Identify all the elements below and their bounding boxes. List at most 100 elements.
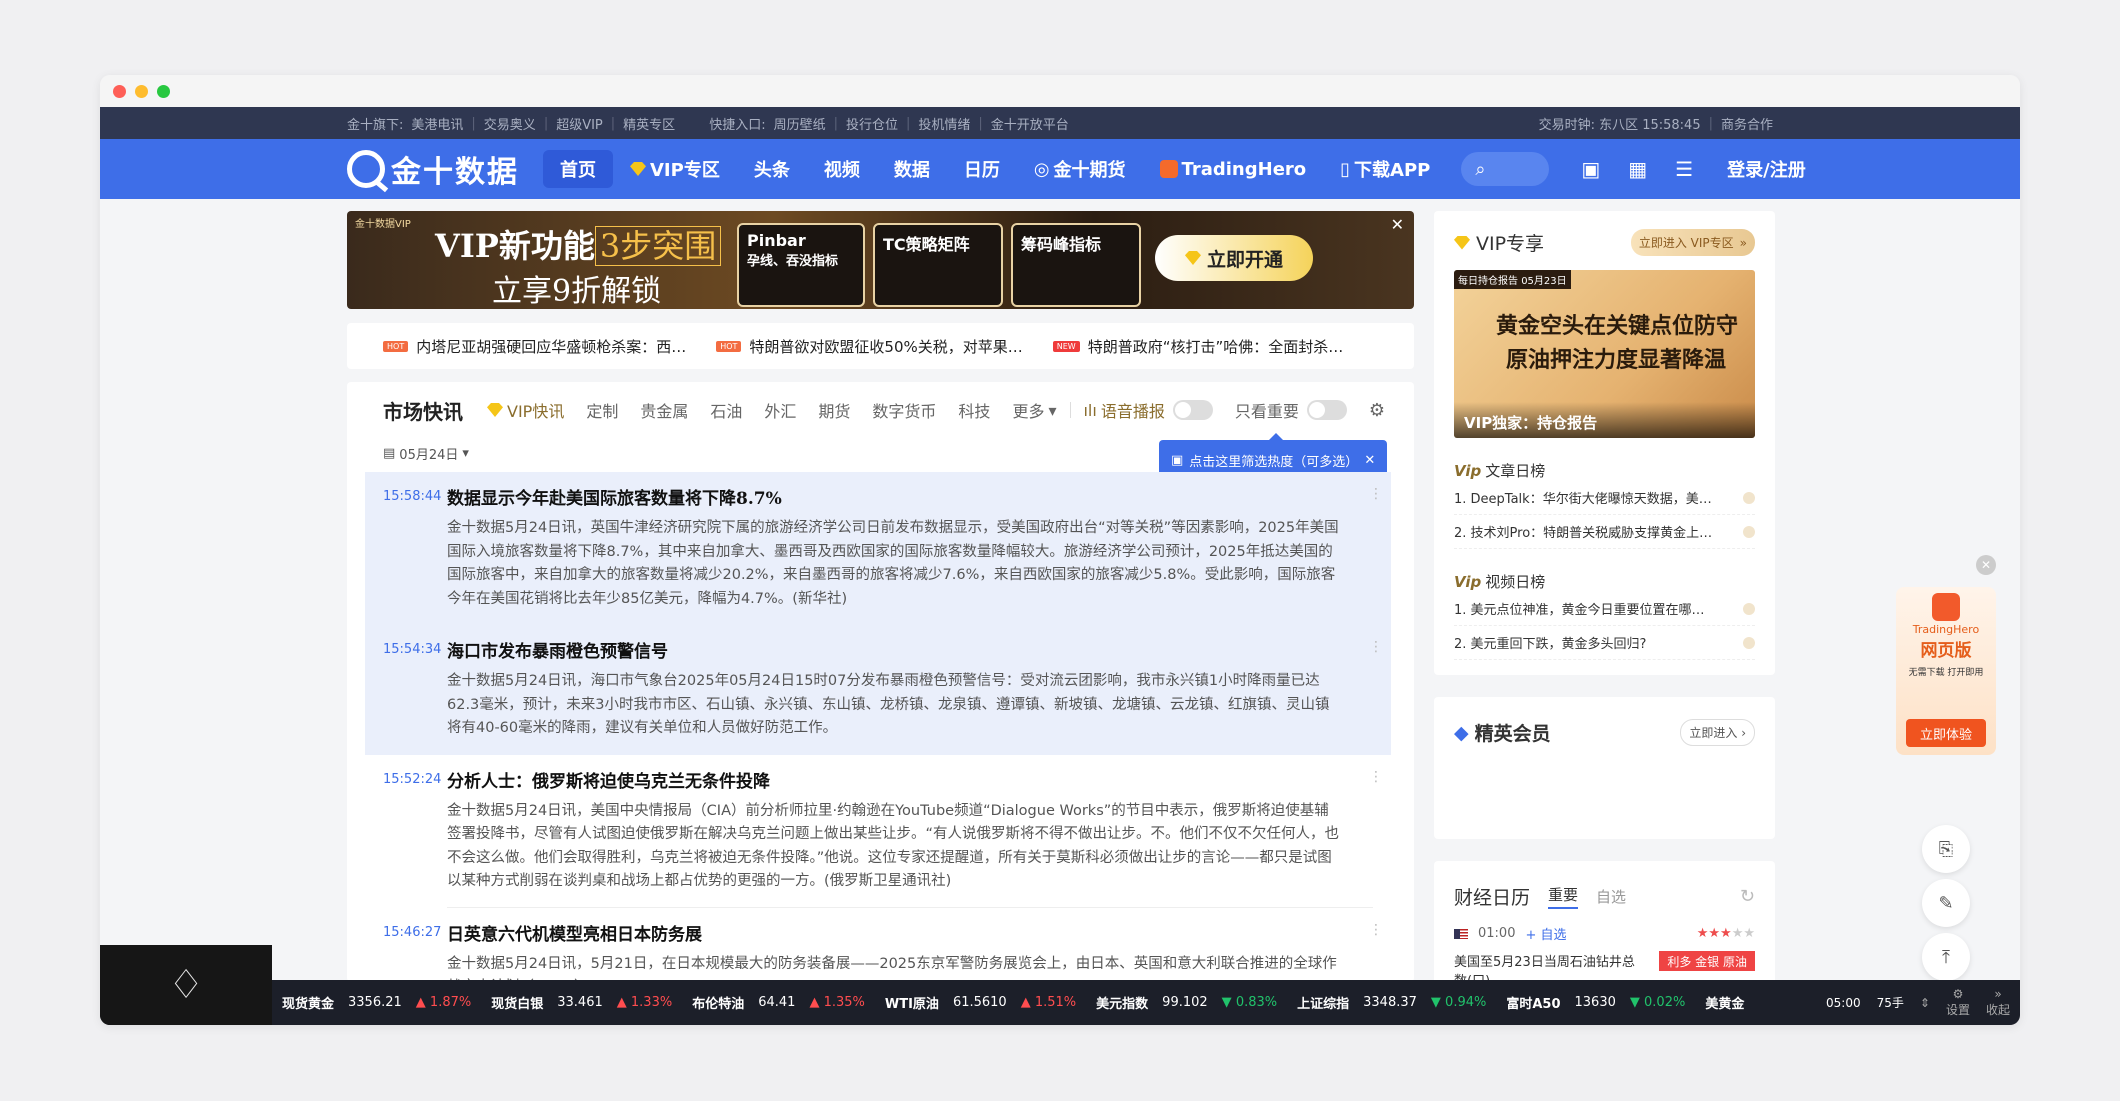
tab-futures[interactable]: 期货 — [818, 398, 850, 422]
vip-icon — [487, 403, 503, 417]
headline-text: 特朗普欲对欧盟征收50%关税，对苹果… — [749, 337, 1023, 356]
voice-toggle[interactable] — [1172, 400, 1213, 420]
site-logo[interactable]: 金十数据 — [347, 147, 519, 191]
topbar-link[interactable]: 交易奥义 — [484, 114, 536, 133]
banner-card-pinbar: Pinbar 孕线、吞没指标 — [737, 223, 865, 307]
nav-headline[interactable]: 头条 — [737, 150, 807, 188]
nav-home[interactable]: 首页 — [543, 150, 613, 188]
nav-futures[interactable]: ◎ 金十期货 — [1017, 150, 1143, 188]
tv-icon[interactable]: ▣ — [1581, 157, 1600, 181]
login-button[interactable]: 登录/注册 — [1727, 156, 1806, 182]
vip-enter-button[interactable]: 立即进入 VIP专区 » — [1630, 229, 1755, 256]
refresh-icon[interactable]: ↻ — [1740, 886, 1755, 907]
vip-report-image[interactable]: 每日持仓报告 05月23日 黄金空头在关键点位防守 原油押注力度显著降温 VIP… — [1454, 270, 1755, 438]
settings-button[interactable]: ⚙ 设置 — [1946, 987, 1970, 1018]
more-icon[interactable]: ⋮ — [1369, 922, 1383, 938]
topbar-link[interactable]: 美港电讯 — [411, 114, 463, 133]
nav-video[interactable]: 视频 — [807, 150, 877, 188]
important-toggle[interactable] — [1306, 400, 1347, 420]
menu-icon[interactable]: ☰ — [1675, 157, 1693, 181]
trading-clock[interactable]: 交易时钟: 东八区 15:58:45 — [1539, 114, 1701, 133]
ticker-item[interactable]: 美元指数 99.102 ▼ 0.83% — [1096, 993, 1277, 1012]
flash-item-title[interactable]: 海口市发布暴雨橙色预警信号 — [447, 637, 1343, 662]
tab-metals[interactable]: 贵金属 — [640, 398, 688, 422]
minimize-dot[interactable] — [135, 84, 148, 98]
scroll-arrows-icon[interactable]: ⇕ — [1920, 996, 1930, 1010]
ticker-item[interactable]: 现货白银 33.461 ▲ 1.33% — [491, 993, 672, 1012]
nav-vip[interactable]: VIP专区 — [613, 150, 737, 188]
vip-banner[interactable]: 金十数据VIP VIP新功能 3步突围 立享9折解锁 Pinbar 孕线、吞没指标 … — [347, 211, 1414, 309]
nav-data[interactable]: 数据 — [877, 150, 947, 188]
tab-custom[interactable]: 定制 — [586, 398, 618, 422]
rank-item[interactable]: 2. 技术刘Pro：特朗普关税威胁支撑黄金上… — [1454, 515, 1755, 549]
nav-tradinghero[interactable]: TradingHero — [1143, 150, 1324, 188]
ticker-item[interactable]: WTI原油 61.5610 ▲ 1.51% — [885, 993, 1076, 1012]
tab-vip-flash[interactable]: VIP快讯 — [487, 398, 564, 422]
nav-calendar[interactable]: 日历 — [947, 150, 1017, 188]
ticker-item[interactable]: 上证综指 3348.37 ▼ 0.94% — [1297, 993, 1486, 1012]
quote-ticker: ♢ 现货黄金 3356.21 ▲ 1.87% 现货白银 33.461 ▲ 1.33% 布… — [100, 945, 2020, 1025]
flash-time: 15:54:34 — [383, 642, 442, 657]
more-icon[interactable]: ⋮ — [1369, 639, 1383, 655]
flash-item[interactable]: 15:52:24 分析人士：俄罗斯将迫使乌克兰无条件投降 金十数据5月24日讯，美… — [365, 755, 1391, 908]
headline-item[interactable]: NEW 特朗普政府“核打击”哈佛：全面封杀… — [1052, 336, 1343, 357]
tab-crypto[interactable]: 数字货币 — [872, 398, 936, 422]
elite-enter-button[interactable]: 立即进入 › — [1680, 719, 1755, 746]
tab-custom[interactable]: 自选 — [1596, 886, 1626, 907]
headline-item[interactable]: HOT 特朗普欲对欧盟征收50%关税，对苹果… — [716, 336, 1023, 357]
copy-icon[interactable]: ⎘ — [1922, 825, 1970, 873]
search-box[interactable]: ⌕ — [1461, 152, 1550, 186]
topbar-link[interactable]: 投行仓位 — [846, 114, 898, 133]
arrow-icon — [1743, 491, 1755, 504]
add-custom-button[interactable]: + 自选 — [1525, 924, 1566, 943]
topbar-link[interactable]: 投机情绪 — [918, 114, 970, 133]
tradinghero-icon — [1159, 160, 1178, 178]
flash-item-title[interactable]: 日英意六代机模型亮相日本防务展 — [447, 920, 1343, 945]
qrcode-icon[interactable]: ▦ — [1628, 157, 1647, 181]
business-link[interactable]: 商务合作 — [1721, 114, 1773, 133]
more-icon[interactable]: ⋮ — [1369, 486, 1383, 502]
float-cta-button[interactable]: 立即体验 — [1906, 719, 1986, 747]
tab-forex[interactable]: 外汇 — [764, 398, 796, 422]
tab-more[interactable]: 更多 ▾ — [1012, 398, 1056, 422]
tradinghero-float[interactable]: TradingHero 网页版 无需下载 打开即用 立即体验 — [1896, 587, 1996, 755]
flash-title[interactable]: 市场快讯 — [383, 396, 463, 425]
calendar-row[interactable]: 01:00 + 自选 ★★★★★ — [1454, 924, 1755, 943]
tab-tech[interactable]: 科技 — [958, 398, 990, 422]
flash-item-title[interactable]: 分析人士：俄罗斯将迫使乌克兰无条件投降 — [447, 767, 1343, 792]
flash-item[interactable]: 15:58:44 数据显示今年赴美国际旅客数量将下降8.7% 金十数据5月24日讯… — [365, 472, 1391, 625]
more-icon[interactable]: ⋮ — [1369, 769, 1383, 785]
flash-item-title[interactable]: 数据显示今年赴美国际旅客数量将下降8.7% — [447, 484, 1343, 509]
ticker-item[interactable]: 富时A50 13630 ▼ 0.02% — [1506, 993, 1685, 1012]
rank-item[interactable]: 1. DeepTalk：华尔街大佬曝惊天数据，美… — [1454, 481, 1755, 515]
tag-date: 05月23日 — [1521, 276, 1567, 287]
ticker-item[interactable]: 美黄金 — [1705, 993, 1744, 1012]
close-icon[interactable]: ✕ — [1364, 453, 1375, 468]
close-dot[interactable] — [113, 84, 126, 98]
headline-item[interactable]: HOT 内塔尼亚胡强硬回应华盛顿枪杀案：西… — [383, 336, 686, 357]
topbar-link[interactable]: 精英专区 — [623, 114, 675, 133]
topbar-link[interactable]: 周历壁纸 — [774, 114, 826, 133]
close-icon[interactable]: ✕ — [1391, 215, 1404, 234]
gear-icon[interactable]: ⚙ — [1369, 400, 1385, 421]
topbar-link[interactable]: 超级VIP — [556, 114, 603, 133]
edit-icon[interactable]: ✎ — [1922, 879, 1970, 927]
flash-item[interactable]: 15:46:27 日英意六代机模型亮相日本防务展 金十数据5月24日讯，5月21日… — [365, 908, 1391, 983]
topbar-label: 金十旗下: — [347, 117, 404, 133]
rank-item[interactable]: 2. 美元重回下跌，黄金多头回归? — [1454, 626, 1755, 660]
maximize-dot[interactable] — [157, 84, 170, 98]
banner-open-button[interactable]: 立即开通 — [1155, 235, 1313, 281]
tab-oil[interactable]: 石油 — [710, 398, 742, 422]
card-sub: 孕线、吞没指标 — [747, 254, 839, 269]
ticker-item[interactable]: 布伦特油 64.41 ▲ 1.35% — [692, 993, 865, 1012]
collapse-button[interactable]: » 收起 — [1986, 987, 2010, 1018]
ticker-item[interactable]: 现货黄金 3356.21 ▲ 1.87% — [282, 993, 471, 1012]
close-icon[interactable]: ✕ — [1976, 555, 1996, 575]
nav-download[interactable]: ▯ 下载APP — [1323, 150, 1447, 188]
tab-important[interactable]: 重要 — [1548, 884, 1579, 909]
back-to-top-icon[interactable]: ⤒ — [1922, 933, 1970, 981]
rank-item[interactable]: 1. 美元点位神准，黄金今日重要位置在哪… — [1454, 592, 1755, 626]
ticker-name: WTI原油 — [884, 997, 939, 1012]
topbar-link[interactable]: 金十开放平台 — [991, 114, 1069, 133]
flash-item[interactable]: 15:54:34 海口市发布暴雨橙色预警信号 金十数据5月24日讯，海口市气象台2… — [365, 625, 1391, 755]
